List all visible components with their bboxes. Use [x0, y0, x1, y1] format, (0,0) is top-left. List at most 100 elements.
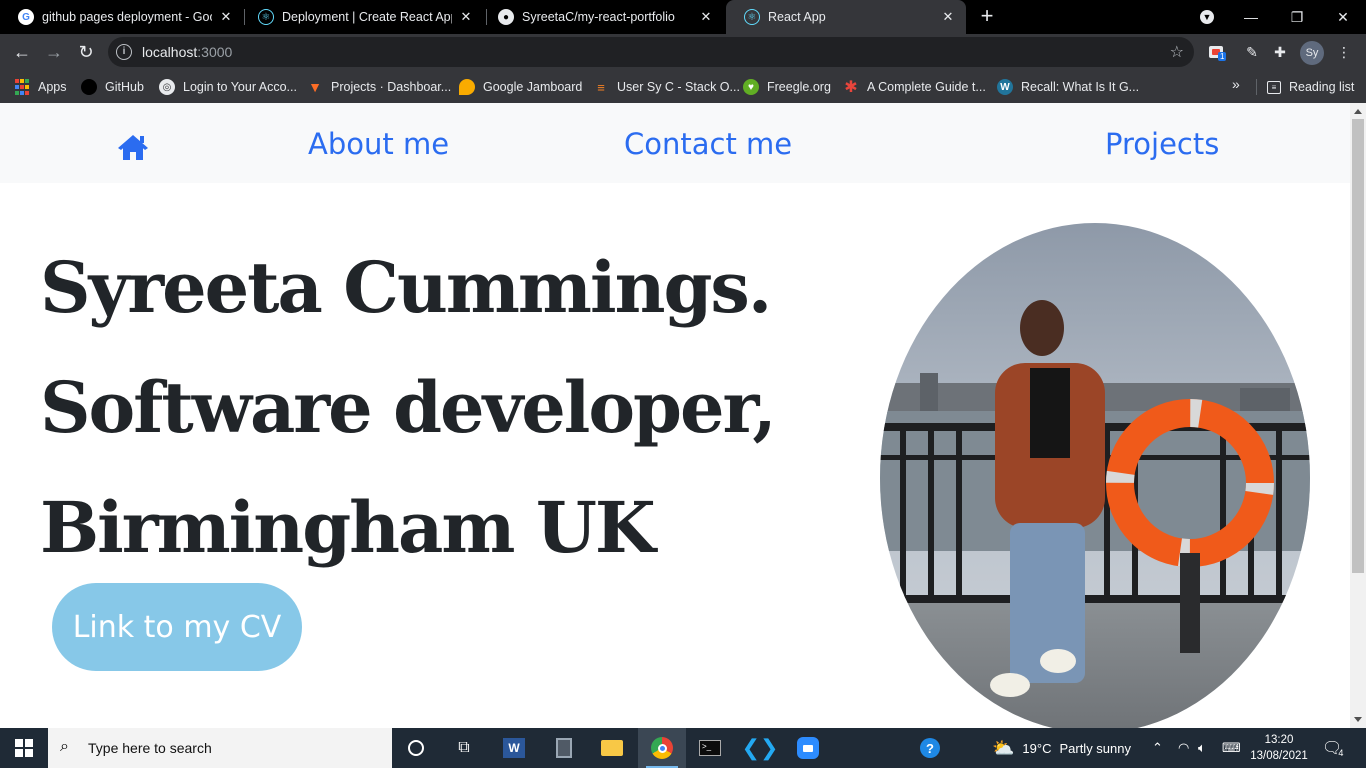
- help-button[interactable]: ?: [906, 728, 954, 768]
- forward-button[interactable]: →: [42, 40, 66, 64]
- windows-logo-icon: [15, 739, 33, 757]
- taskbar-vscode[interactable]: ❮❯: [736, 728, 784, 768]
- bookmark-github[interactable]: GitHub: [81, 77, 144, 97]
- nav-projects-link[interactable]: Projects: [1105, 127, 1219, 161]
- bookmark-freegle[interactable]: ♥ Freegle.org: [743, 77, 831, 97]
- tab-title: Deployment | Create React App: [282, 10, 452, 24]
- extension-button[interactable]: ✎: [1242, 42, 1262, 62]
- close-window-button[interactable]: ✕: [1320, 0, 1366, 34]
- bookmark-star-icon[interactable]: ☆: [1170, 42, 1184, 62]
- cortana-circle-icon: [408, 740, 424, 756]
- bookmark-login[interactable]: ◎ Login to Your Acco...: [159, 77, 297, 97]
- reading-list-label: Reading list: [1289, 80, 1355, 94]
- address-bar[interactable]: i localhost:3000 ☆: [108, 37, 1194, 67]
- taskbar-terminal[interactable]: >_: [686, 728, 734, 768]
- bookmark-complete-guide[interactable]: ✱ A Complete Guide t...: [843, 77, 986, 97]
- task-view-button[interactable]: ⧉: [440, 728, 488, 768]
- bookmark-apps[interactable]: Apps: [14, 77, 67, 97]
- bookmark-label: Google Jamboard: [483, 80, 583, 94]
- folder-icon: [601, 740, 623, 756]
- home-icon: [118, 135, 148, 160]
- back-button[interactable]: ←: [10, 40, 34, 64]
- taskbar-chrome[interactable]: [638, 728, 686, 768]
- bookmark-label: Apps: [38, 80, 67, 94]
- asterisk-icon: ✱: [844, 79, 858, 96]
- close-icon[interactable]: ✕: [940, 9, 956, 25]
- bookmark-stackoverflow[interactable]: ≡ User Sy C - Stack O...: [593, 77, 740, 97]
- volume-button[interactable]: 🔈︎: [1198, 728, 1206, 768]
- stackoverflow-icon: ≡: [597, 79, 605, 95]
- scrollbar-thumb[interactable]: [1352, 119, 1364, 573]
- start-button[interactable]: [0, 728, 48, 768]
- url-host: localhost: [142, 44, 198, 60]
- taskbar-zoom[interactable]: [784, 728, 832, 768]
- bookmark-gitlab-projects[interactable]: ▼ Projects · Dashboar...: [307, 77, 451, 97]
- browser-menu-button[interactable]: ⋮: [1334, 42, 1354, 62]
- new-tab-button[interactable]: +: [976, 5, 998, 28]
- close-icon: ✕: [1337, 8, 1349, 25]
- address-url[interactable]: localhost:3000: [142, 44, 232, 60]
- reading-list-icon: ≡: [1267, 80, 1281, 94]
- extensions-menu-button[interactable]: ✚: [1270, 42, 1290, 62]
- taskbar-search-box[interactable]: ⌕ Type here to search: [48, 728, 392, 768]
- bookmark-label: User Sy C - Stack O...: [617, 80, 740, 94]
- tab-search-button[interactable]: ▼: [1184, 0, 1230, 34]
- page-viewport: About me Contact me Projects Syreeta Cum…: [0, 103, 1350, 728]
- bookmark-google-jamboard[interactable]: Google Jamboard: [459, 77, 582, 97]
- network-button[interactable]: ◠: [1178, 728, 1189, 768]
- tab-github-pages-deployment[interactable]: G github pages deployment - Goog ✕: [0, 0, 244, 34]
- tab-react-app[interactable]: ⚛ React App ✕: [726, 0, 966, 34]
- page-scrollbar[interactable]: [1350, 103, 1366, 728]
- apps-grid-icon: [14, 79, 30, 95]
- reload-button[interactable]: ↻: [74, 40, 98, 64]
- taskbar-word[interactable]: W: [490, 728, 538, 768]
- weather-widget[interactable]: ⛅ 19°C Partly sunny: [992, 728, 1131, 768]
- bookmarks-divider: [1256, 79, 1257, 95]
- github-icon: [81, 79, 97, 95]
- task-view-icon: ⧉: [458, 739, 470, 756]
- home-link[interactable]: [116, 133, 150, 161]
- clock-time: 13:20: [1264, 734, 1294, 746]
- hero-line-name: Syreeta Cummings.: [40, 246, 772, 329]
- hero-line-role: Software developer,: [40, 366, 777, 449]
- taskbar-file-explorer[interactable]: [588, 728, 636, 768]
- calculator-icon: [556, 738, 572, 758]
- tab-deployment-create-react-app[interactable]: ⚛ Deployment | Create React App ✕: [240, 0, 484, 34]
- tab-title: React App: [768, 10, 826, 24]
- close-icon[interactable]: ✕: [458, 9, 474, 25]
- pen-icon: ✎: [1246, 43, 1258, 60]
- show-hidden-icons-button[interactable]: ⌃: [1152, 728, 1163, 768]
- cv-link-button[interactable]: Link to my CV: [52, 583, 302, 671]
- scroll-down-icon[interactable]: [1354, 717, 1362, 722]
- extension-button[interactable]: 1: [1206, 42, 1227, 62]
- vscode-icon: ❮❯: [741, 735, 779, 760]
- language-button[interactable]: ⌨: [1222, 728, 1241, 768]
- nav-about-link[interactable]: About me: [308, 127, 449, 161]
- search-placeholder: Type here to search: [88, 740, 212, 756]
- nav-contact-link[interactable]: Contact me: [624, 127, 792, 161]
- maximize-button[interactable]: ❐: [1274, 0, 1320, 34]
- reading-list-button[interactable]: ≡ Reading list: [1267, 77, 1354, 97]
- gitlab-icon: ▼: [308, 79, 322, 95]
- freegle-icon: ♥: [743, 79, 759, 95]
- profile-avatar[interactable]: Sy: [1300, 41, 1324, 65]
- taskbar-clock[interactable]: 13:20 13/08/2021: [1248, 732, 1310, 764]
- bookmark-recall[interactable]: W Recall: What Is It G...: [997, 77, 1139, 97]
- close-icon[interactable]: ✕: [218, 9, 234, 25]
- scroll-up-icon[interactable]: [1354, 109, 1362, 114]
- reload-icon: ↻: [78, 41, 94, 62]
- arrow-left-icon: ←: [13, 41, 31, 62]
- windows-taskbar: ⌕ Type here to search ⧉ W >_ ❮❯ ? ⛅ 19°C…: [0, 728, 1366, 768]
- cortana-button[interactable]: [392, 728, 440, 768]
- minimize-button[interactable]: —: [1228, 0, 1274, 34]
- arrow-right-icon: →: [45, 41, 63, 62]
- taskbar-calculator[interactable]: [540, 728, 588, 768]
- tab-github-repo[interactable]: ● SyreetaC/my-react-portfolio ✕: [480, 0, 724, 34]
- browser-tab-strip: G github pages deployment - Goog ✕ ⚛ Dep…: [0, 0, 1366, 34]
- bookmarks-overflow-button[interactable]: »: [1232, 76, 1240, 92]
- info-icon[interactable]: i: [116, 44, 132, 60]
- jamboard-icon: [459, 79, 475, 95]
- help-icon: ?: [920, 738, 940, 758]
- close-icon[interactable]: ✕: [698, 9, 714, 25]
- notifications-button[interactable]: 🗨︎ 4: [1322, 728, 1343, 768]
